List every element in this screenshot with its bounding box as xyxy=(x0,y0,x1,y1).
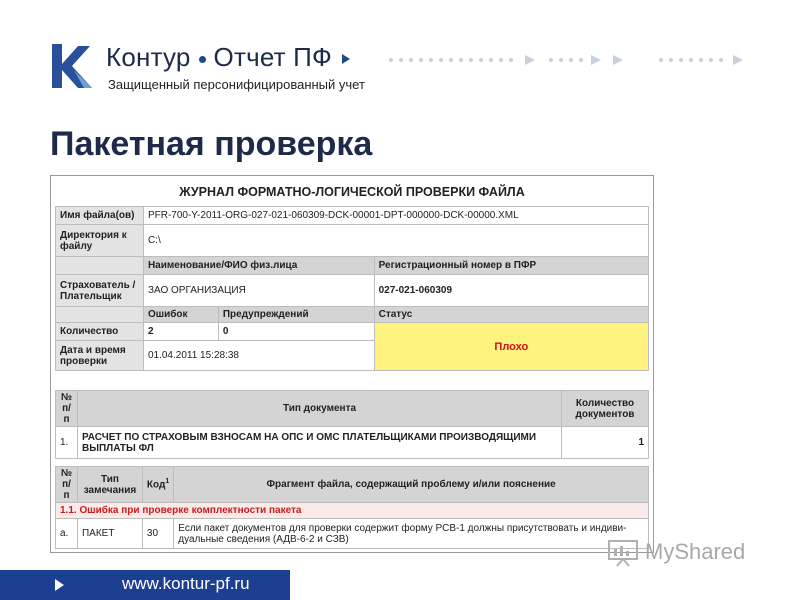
table-row: 1. РАСЧЕТ ПО СТРАХОВЫМ ВЗНОСАМ НА ОПС И … xyxy=(55,426,649,459)
err-fragment-header: Фрагмент файла, содержащий проблему и/ил… xyxy=(173,466,649,503)
presentation-board-icon xyxy=(608,540,638,567)
directory-label: Директория к файлу xyxy=(55,224,144,257)
doc-num-header: № п/п xyxy=(55,390,78,427)
datetime-value: 01.04.2011 15:28:38 xyxy=(142,340,375,371)
blank-cell xyxy=(55,256,144,275)
page-title: Пакетная проверка xyxy=(50,125,373,163)
name-column-header: Наименование/ФИО физ.лица xyxy=(142,256,375,275)
footer-url-link[interactable]: www.kontur-pf.ru xyxy=(122,574,250,594)
check-journal-report: ЖУРНАЛ ФОРМАТНО-ЛОГИЧЕСКОЙ ПРОВЕРКИ ФАЙЛ… xyxy=(50,175,654,553)
warnings-count: 0 xyxy=(217,322,375,341)
err-type-header: Тип замечания xyxy=(76,466,143,503)
doc-type-header: Тип документа xyxy=(76,390,563,427)
err-code-header: Код1 xyxy=(141,466,175,503)
error-section-title: 1.1. Ошибка при проверке комплектности п… xyxy=(55,502,649,519)
doc-row-type: РАСЧЕТ ПО СТРАХОВЫМ ВЗНОСАМ НА ОПС И ОМС… xyxy=(76,426,563,459)
err-row-num: а. xyxy=(55,518,78,549)
datetime-label: Дата и время проверки xyxy=(55,340,144,371)
file-info-table: Имя файла(ов) PFR-700-Y-2011-ORG-027-021… xyxy=(55,206,650,371)
warnings-header: Предупреждений xyxy=(217,306,375,323)
tagline: Защищенный персонифицированный учет xyxy=(108,77,365,92)
err-row-type: ПАКЕТ xyxy=(76,518,143,549)
insurer-name: ЗАО ОРГАНИЗАЦИЯ xyxy=(142,274,375,307)
directory-value: C:\ xyxy=(142,224,650,257)
blank-cell xyxy=(55,306,144,323)
footer-bar: www.kontur-pf.ru xyxy=(0,570,290,600)
report-title: ЖУРНАЛ ФОРМАТНО-ЛОГИЧЕСКОЙ ПРОВЕРКИ ФАЙЛ… xyxy=(179,185,525,199)
err-row-text: Если пакет документов для проверки содер… xyxy=(173,518,649,549)
file-name-value: PFR-700-Y-2011-ORG-027-021-060309-DCK-00… xyxy=(142,206,650,225)
status-badge: Плохо xyxy=(373,322,650,371)
errors-table: № п/п Тип замечания Код1 Фрагмент файла,… xyxy=(55,466,649,549)
doc-count-header: Количество документов xyxy=(561,390,649,427)
err-num-header: № п/п xyxy=(55,466,78,503)
errors-count: 2 xyxy=(142,322,219,341)
insurer-regnum: 027-021-060309 xyxy=(373,274,650,307)
kontur-logo-icon xyxy=(52,44,92,88)
decorative-dots xyxy=(389,55,743,65)
insurer-label: Страхователь / Плательщик xyxy=(55,274,144,307)
brand-arrow-icon xyxy=(342,54,351,65)
brand-name: Контур Отчет ПФ xyxy=(106,42,351,73)
brand-dot xyxy=(198,55,206,63)
err-row-code: 30 xyxy=(141,518,175,549)
document-types-table: № п/п Тип документа Количество документо… xyxy=(55,390,649,459)
errors-header: Ошибок xyxy=(142,306,219,323)
file-name-label: Имя файла(ов) xyxy=(55,206,144,225)
table-row: а. ПАКЕТ 30 Если пакет документов для пр… xyxy=(55,518,649,549)
play-arrow-icon xyxy=(55,579,64,591)
regnum-column-header: Регистрационный номер в ПФР xyxy=(373,256,650,275)
doc-row-count: 1 xyxy=(561,426,649,459)
doc-row-num: 1. xyxy=(55,426,78,459)
status-header: Статус xyxy=(373,306,650,323)
watermark-text: MyShared xyxy=(645,539,746,564)
count-label: Количество xyxy=(55,322,144,341)
